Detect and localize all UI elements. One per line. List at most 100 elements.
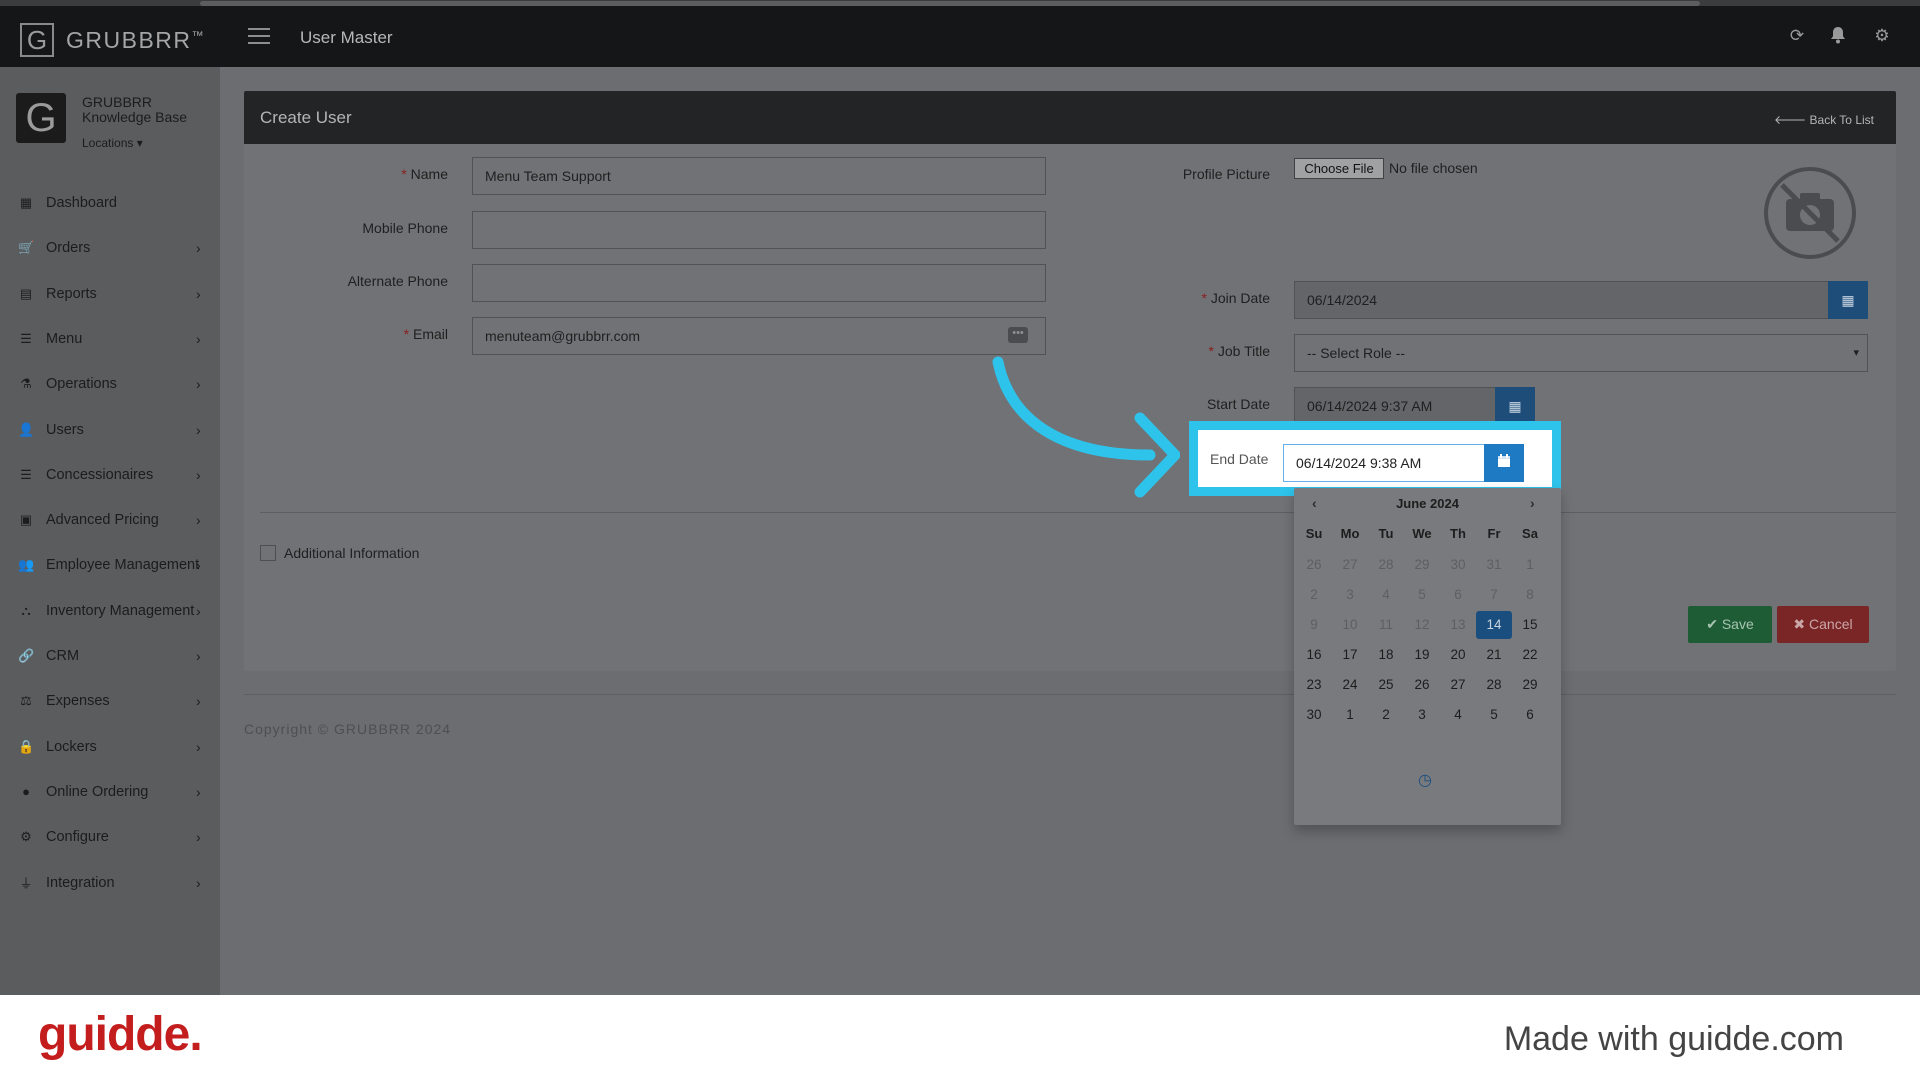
additional-information-checkbox[interactable] [260,545,276,561]
sidebar: G GRUBBRR Knowledge Base Locations ▾ ▦ Da… [0,67,220,995]
weekday-label: We [1412,526,1432,541]
email-input[interactable]: menuteam@grubbrr.com [472,317,1046,355]
sidebar-item-reports[interactable]: ▤ Reports › [0,279,220,309]
sidebar-item-label: Online Ordering [46,783,149,800]
clock-icon[interactable]: ◷ [1418,770,1432,790]
calendar-day[interactable]: 2 [1368,701,1404,729]
calendar-day[interactable]: 25 [1368,671,1404,699]
calendar-day: 29 [1414,557,1430,572]
sidebar-item-label: Expenses [46,693,110,710]
alternate-phone-input[interactable] [472,264,1046,302]
made-with-guidde-text: Made with guidde.com [1503,1020,1844,1058]
locations-dropdown[interactable]: Locations ▾ [82,136,143,150]
arrow-left-icon: 🡐 [1773,113,1807,127]
sidebar-item-crm[interactable]: 🔗 CRM › [0,641,220,671]
sidebar-item-expenses[interactable]: ⚖ Expenses › [0,686,220,716]
sidebar-item-concessionaires[interactable]: ☰ Concessionaires › [0,460,220,490]
mobile-phone-label: Mobile Phone [362,220,448,236]
start-date-input[interactable]: 06/14/2024 9:37 AM [1294,387,1497,425]
calendar-day[interactable]: 19 [1404,641,1440,669]
sidebar-item-employee-management[interactable]: 👥 Employee Management › [0,550,220,580]
calendar-day[interactable]: 15 [1512,611,1548,639]
sidebar-item-configure[interactable]: ⚙ Configure › [0,822,220,852]
calendar-day[interactable]: 3 [1404,701,1440,729]
money-icon: ▣ [19,512,33,528]
calendar-day[interactable]: 20 [1440,641,1476,669]
sidebar-item-inventory-management[interactable]: ⛬ Inventory Management › [0,596,220,626]
cart-icon: 🛒 [18,240,35,256]
sidebar-item-users[interactable]: 👤 Users › [0,415,220,445]
calendar-day[interactable]: 1 [1332,701,1368,729]
sidebar-item-integration[interactable]: ⏚ Integration › [0,868,220,898]
chevron-right-icon: › [196,557,201,574]
save-button[interactable]: ✔ Save [1688,606,1772,643]
calendar-day[interactable]: 6 [1512,701,1548,729]
calendar-day[interactable]: 5 [1476,701,1512,729]
copyright-text: Copyright © GRUBBRR 2024 [244,721,452,737]
sidebar-item-dashboard[interactable]: ▦ Dashboard [0,188,220,218]
datepicker-month[interactable]: June 2024 [1294,496,1561,511]
calendar-day[interactable]: 24 [1332,671,1368,699]
cancel-button[interactable]: ✖ Cancel [1777,606,1869,643]
calendar-day[interactable]: 21 [1476,641,1512,669]
grubbrr-logo[interactable]: G GRUBBRR™ [20,23,205,57]
calendar-day[interactable]: 22 [1512,641,1548,669]
brand-name: GRUBBRR Knowledge Base [82,94,188,125]
sidebar-item-label: Menu [46,330,83,347]
calendar-day: 30 [1450,557,1466,572]
mobile-phone-input[interactable] [472,211,1046,249]
no-file-text: No file chosen [1389,160,1478,176]
calendar-day[interactable]: 4 [1440,701,1476,729]
calendar-day: 26 [1306,557,1322,572]
sidebar-item-menu[interactable]: ☰ Menu › [0,324,220,354]
join-date-calendar-button[interactable]: ▦ [1828,281,1868,319]
join-date-input[interactable]: 06/14/2024 [1294,281,1829,319]
end-date-label: End Date [1210,451,1269,467]
job-title-select[interactable]: -- Select Role -- ▾ [1294,334,1868,372]
sidebar-item-advanced-pricing[interactable]: ▣ Advanced Pricing › [0,505,220,535]
section-divider [260,512,1896,513]
sidebar-item-online-ordering[interactable]: ● Online Ordering › [0,777,220,807]
sidebar-item-label: Concessionaires [46,466,154,483]
cog-icon: ⚙ [20,829,32,845]
weekday-label: Su [1305,526,1323,541]
name-input[interactable]: Menu Team Support [472,157,1046,195]
sidebar-item-label: CRM [46,648,80,664]
calendar-day[interactable]: 26 [1404,671,1440,699]
end-date-input[interactable]: 06/14/2024 9:38 AM [1283,444,1486,482]
calendar-day[interactable]: 27 [1440,671,1476,699]
calendar-day[interactable]: 17 [1332,641,1368,669]
calendar-day[interactable]: 18 [1368,641,1404,669]
back-to-list-link[interactable]: 🡐 Back To List [1774,112,1874,127]
chevron-right-icon: › [196,376,201,393]
sidebar-item-operations[interactable]: ⚗ Operations › [0,369,220,399]
join-date-label: * Join Date [1201,290,1271,306]
password-manager-icon[interactable]: ••• [1008,327,1028,343]
refresh-icon[interactable]: ⟳ [1787,26,1807,46]
bell-icon[interactable] [1828,26,1848,46]
calendar-day[interactable]: 30 [1296,701,1332,729]
globe-icon: ● [22,784,30,800]
start-date-calendar-button[interactable]: ▦ [1495,387,1535,425]
calendar-day: 27 [1342,557,1358,572]
chevron-right-icon: › [196,285,201,302]
end-date-calendar-button[interactable] [1484,444,1524,482]
calendar-day[interactable]: 29 [1512,671,1548,699]
sidebar-item-lockers[interactable]: 🔒 Lockers › [0,732,220,762]
calendar-day[interactable]: 23 [1296,671,1332,699]
additional-information-toggle[interactable]: Additional Information [260,545,419,561]
calendar-day[interactable]: 16 [1296,641,1332,669]
calendar-day[interactable]: 14 [1476,611,1512,639]
choose-file-button[interactable]: Choose File [1294,158,1384,179]
next-month-chevron-icon[interactable]: › [1530,495,1535,511]
footer-divider [244,694,1896,695]
hamburger-menu-icon[interactable] [248,28,270,44]
list-icon: ☰ [20,466,32,482]
calendar-day: 10 [1342,617,1358,632]
calendar-icon: ▦ [1841,292,1855,308]
report-icon: ▤ [19,285,33,301]
sidebar-item-orders[interactable]: 🛒 Orders › [0,233,220,263]
gear-icon[interactable]: ⚙ [1872,26,1892,46]
sidebar-brand: G GRUBBRR Knowledge Base Locations ▾ [16,93,187,150]
calendar-day[interactable]: 28 [1476,671,1512,699]
